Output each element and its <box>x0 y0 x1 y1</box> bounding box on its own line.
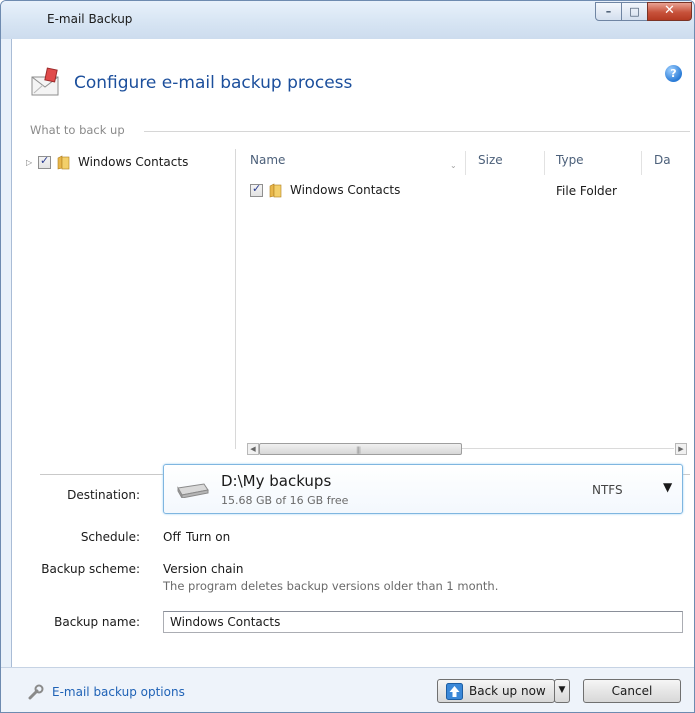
title-bar[interactable]: E-mail Backup – □ ✕ <box>1 1 694 39</box>
list-row-checkbox[interactable]: ✓ <box>250 182 263 197</box>
scroll-thumb[interactable]: ||| <box>259 443 462 455</box>
column-separator[interactable] <box>641 151 642 175</box>
backup-scheme-description: The program deletes backup versions olde… <box>163 579 499 593</box>
schedule-label: Schedule: <box>80 530 140 544</box>
tree-item-checkbox[interactable]: ✓ <box>38 154 51 169</box>
minimize-icon: – <box>605 5 612 18</box>
tree-item-windows-contacts[interactable]: ▷ ✓ Windows Contacts <box>26 153 188 171</box>
schedule-turn-on-link[interactable]: Turn on <box>186 530 230 544</box>
backup-up-arrow-icon <box>446 682 463 700</box>
help-icon[interactable]: ? <box>665 65 682 82</box>
destination-label: Destination: <box>67 488 140 502</box>
dialog-body: Configure e-mail backup process ? What t… <box>11 39 694 677</box>
section-divider <box>144 131 690 132</box>
back-up-now-label: Back up now <box>469 684 546 698</box>
minimize-button[interactable]: – <box>595 2 622 21</box>
window-controls: – □ ✕ <box>595 2 692 21</box>
destination-filesystem: NTFS <box>592 483 623 497</box>
schedule-value: Off <box>163 530 181 544</box>
window-title: E-mail Backup <box>47 12 133 26</box>
backup-scheme-label: Backup scheme: <box>41 562 140 576</box>
section-label-what-to-back-up: What to back up <box>30 123 131 137</box>
email-backup-options-label: E-mail backup options <box>52 685 185 699</box>
cancel-button[interactable]: Cancel <box>583 679 681 703</box>
page-title: Configure e-mail backup process <box>74 73 353 93</box>
folder-icon <box>57 155 70 169</box>
backup-name-input[interactable] <box>163 611 683 633</box>
file-list: Name ⌄ Size Type Da ✓ Windows Contacts F… <box>236 149 687 449</box>
email-backup-options-link[interactable]: E-mail backup options <box>28 684 185 700</box>
email-backup-window: E-mail Backup – □ ✕ Configure e-mail bac… <box>0 0 695 713</box>
folder-tree: ▷ ✓ Windows Contacts <box>26 149 231 429</box>
hard-drive-icon <box>177 483 209 498</box>
expand-arrow-icon[interactable]: ▷ <box>26 158 38 167</box>
column-separator[interactable] <box>465 151 466 175</box>
destination-path: D:\My backups <box>221 472 332 490</box>
list-row-name: Windows Contacts <box>290 183 401 197</box>
backup-name-label: Backup name: <box>54 615 140 629</box>
chevron-down-icon: ▼ <box>558 685 566 695</box>
destination-free-space: 15.68 GB of 16 GB free <box>221 494 349 507</box>
scroll-left-button[interactable]: ◀ <box>247 443 259 455</box>
tree-item-label: Windows Contacts <box>78 155 189 169</box>
column-header-size[interactable]: Size <box>478 153 503 167</box>
dialog-footer: E-mail backup options Back up now ▼ Canc… <box>1 667 694 712</box>
sort-arrow-icon: ⌄ <box>450 161 457 170</box>
back-up-now-dropdown-button[interactable]: ▼ <box>554 679 570 703</box>
column-header-date[interactable]: Da <box>654 153 671 167</box>
column-separator[interactable] <box>544 151 545 175</box>
email-backup-icon <box>31 67 59 96</box>
wrench-icon <box>28 684 44 700</box>
dropdown-caret-icon[interactable]: ▼ <box>663 480 672 494</box>
backup-scheme-link[interactable]: Version chain <box>163 562 243 576</box>
close-button[interactable]: ✕ <box>647 2 692 21</box>
close-icon: ✕ <box>664 3 675 18</box>
maximize-button[interactable]: □ <box>621 2 648 21</box>
maximize-icon: □ <box>629 5 640 18</box>
folder-icon <box>269 183 282 197</box>
column-header-name[interactable]: Name <box>250 153 285 167</box>
scroll-right-button[interactable]: ▶ <box>675 443 687 455</box>
back-up-now-button[interactable]: Back up now <box>437 679 555 703</box>
list-row-type: File Folder <box>556 184 617 198</box>
horizontal-scrollbar[interactable]: ◀ ||| ▶ <box>247 443 687 456</box>
scroll-track[interactable] <box>462 448 674 449</box>
column-header-type[interactable]: Type <box>556 153 584 167</box>
destination-dropdown[interactable]: D:\My backups 15.68 GB of 16 GB free NTF… <box>163 464 683 514</box>
